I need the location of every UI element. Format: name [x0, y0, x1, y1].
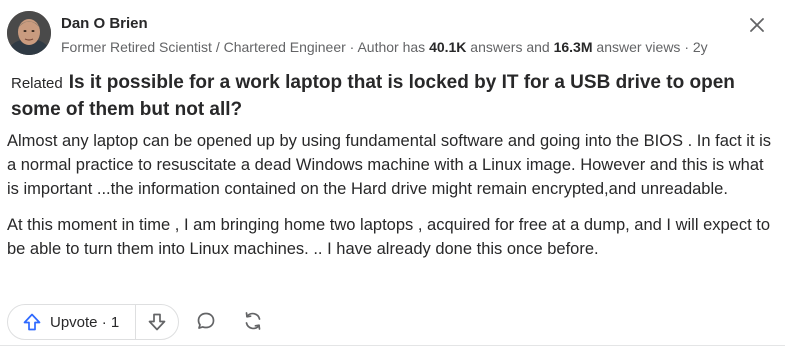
answers-count: 40.1K	[429, 39, 467, 55]
author-credential: Former Retired Scientist / Chartered Eng…	[61, 39, 708, 55]
answer-paragraph: Almost any laptop can be opened up by us…	[7, 132, 772, 198]
upvote-button[interactable]: Upvote · 1	[8, 305, 136, 339]
author-photo	[7, 11, 51, 55]
downvote-button[interactable]	[136, 305, 178, 339]
answer-paragraph: At this moment in time , I am bringing h…	[7, 216, 771, 258]
answer-body: Almost any laptop can be opened up by us…	[7, 129, 777, 273]
credential-text: Former Retired Scientist / Chartered Eng…	[61, 39, 430, 55]
divider	[0, 345, 785, 346]
upvote-arrow-icon	[23, 313, 41, 331]
downvote-arrow-icon	[148, 313, 166, 331]
views-text[interactable]: answer views · 2y	[593, 39, 707, 55]
comment-button[interactable]	[191, 306, 221, 336]
share-icon	[245, 312, 261, 330]
comment-icon	[197, 312, 215, 329]
vote-pill: Upvote · 1	[7, 304, 179, 340]
close-icon	[750, 18, 764, 32]
share-button[interactable]	[238, 306, 268, 336]
avatar[interactable]	[7, 11, 51, 55]
action-bar: Upvote · 1	[7, 304, 782, 340]
question-title[interactable]: Related Is it possible for a work laptop …	[11, 70, 771, 123]
related-label: Related	[11, 75, 63, 92]
close-button[interactable]	[746, 14, 768, 36]
upvote-label: Upvote · 1	[50, 313, 120, 331]
views-count: 16.3M	[553, 39, 593, 55]
question-text[interactable]: Is it possible for a work laptop that is…	[11, 72, 735, 120]
answers-text: answers and	[466, 39, 554, 55]
author-name[interactable]: Dan O Brien	[61, 15, 148, 32]
